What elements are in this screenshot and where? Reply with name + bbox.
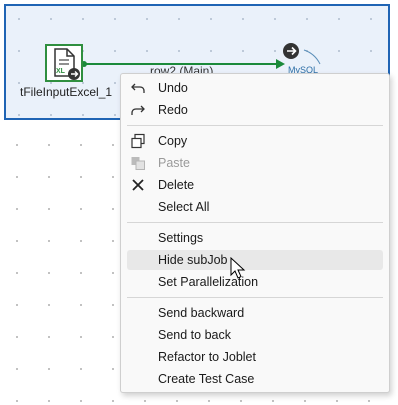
menu-label: Copy: [158, 134, 188, 148]
menu-item-copy[interactable]: Copy: [127, 131, 383, 151]
delete-icon: [132, 179, 144, 191]
menu-item-send-backward[interactable]: Send backward: [127, 303, 383, 323]
menu-item-delete[interactable]: Delete: [127, 175, 383, 195]
menu-label: Send backward: [158, 306, 245, 320]
menu-label: Select All: [158, 200, 210, 214]
menu-item-send-to-back[interactable]: Send to back: [127, 325, 383, 345]
menu-item-undo[interactable]: Undo: [127, 78, 383, 98]
menu-item-create-test-case[interactable]: Create Test Case: [127, 369, 383, 389]
mouse-pointer-icon: [230, 257, 246, 279]
menu-label: Delete: [158, 178, 195, 192]
copy-icon: [131, 133, 145, 149]
menu-item-redo[interactable]: Redo: [127, 100, 383, 120]
redo-icon: [131, 105, 145, 115]
svg-text:XL: XL: [56, 68, 66, 75]
menu-label: Send to back: [158, 328, 231, 342]
menu-label: Refactor to Joblet: [158, 350, 256, 364]
menu-label: Redo: [158, 103, 188, 117]
menu-item-hide-subjob[interactable]: Hide subJob: [127, 250, 383, 270]
menu-label: Hide subJob: [158, 253, 228, 267]
menu-item-settings[interactable]: Settings: [127, 228, 383, 248]
menu-separator: [127, 222, 383, 223]
menu-item-set-parallelization[interactable]: Set Parallelization: [127, 272, 383, 292]
menu-separator: [127, 297, 383, 298]
context-menu: Undo Redo Copy Paste Delete Select All S…: [120, 73, 390, 393]
menu-label: Undo: [158, 81, 188, 95]
menu-label: Settings: [158, 231, 204, 245]
paste-icon: [131, 157, 145, 170]
menu-item-select-all[interactable]: Select All: [127, 197, 383, 217]
component-label[interactable]: tFileInputExcel_1: [20, 85, 112, 99]
menu-label: Create Test Case: [158, 372, 255, 386]
tfileinputexcel-component[interactable]: XL: [45, 44, 83, 82]
menu-item-refactor-to-joblet[interactable]: Refactor to Joblet: [127, 347, 383, 367]
menu-separator: [127, 125, 383, 126]
excel-file-icon: XL: [54, 48, 80, 80]
menu-label: Paste: [158, 156, 190, 170]
menu-item-paste[interactable]: Paste: [127, 153, 383, 173]
undo-icon: [131, 83, 145, 93]
